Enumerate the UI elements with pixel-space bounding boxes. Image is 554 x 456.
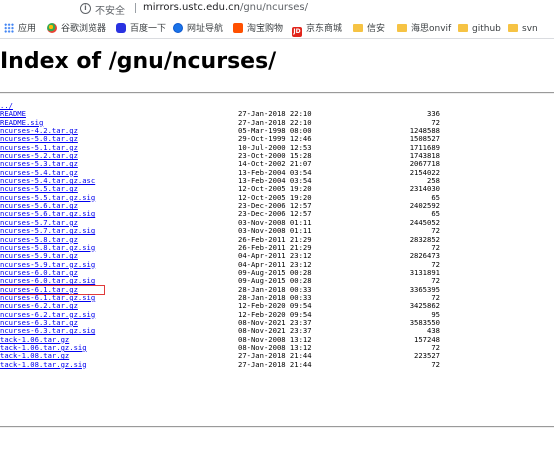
url-host: mirrors.ustc.edu.cn bbox=[143, 2, 240, 13]
bookmark-nav[interactable]: 网址导航 bbox=[173, 22, 223, 36]
file-size: 223527 bbox=[414, 351, 440, 361]
file-size: 157248 bbox=[414, 334, 440, 344]
bookmark-jd[interactable]: JD 京东商城 bbox=[292, 22, 343, 37]
bookmark-label: 淘宝购物 bbox=[247, 24, 284, 34]
bookmark-label: 京东商城 bbox=[306, 24, 343, 34]
address-divider bbox=[135, 3, 136, 13]
bookmark-label: github bbox=[472, 24, 501, 34]
file-size: 2154022 bbox=[409, 167, 440, 177]
page-title: Index of /gnu/ncurses/ bbox=[0, 49, 277, 74]
file-size: 2402592 bbox=[409, 201, 440, 211]
folder-icon bbox=[458, 24, 468, 32]
bookmark-label: 信安 bbox=[367, 24, 386, 34]
bookmark-label: svn bbox=[522, 24, 538, 34]
file-size: 72 bbox=[431, 359, 440, 369]
bookmark-chrome[interactable]: 谷歌浏览器 bbox=[47, 22, 106, 36]
baidu-icon bbox=[116, 23, 126, 33]
bookmark-taobao[interactable]: 淘宝购物 bbox=[233, 22, 283, 36]
file-size: 2832852 bbox=[409, 234, 440, 244]
file-size: 2445052 bbox=[409, 217, 440, 227]
file-size: 3583550 bbox=[409, 317, 440, 327]
bookmark-label: 海思onvif bbox=[411, 24, 452, 34]
bookmark-folder-xinan[interactable]: 信安 bbox=[353, 22, 385, 36]
folder-icon bbox=[353, 24, 363, 32]
info-icon[interactable]: i bbox=[80, 3, 91, 14]
jd-icon: JD bbox=[292, 27, 302, 37]
chrome-icon bbox=[47, 23, 57, 33]
apps-icon bbox=[4, 23, 14, 33]
file-link[interactable]: tack-1.08.tar.gz.sig bbox=[0, 360, 87, 369]
folder-icon bbox=[508, 24, 518, 32]
bookmark-label: 谷歌浏览器 bbox=[61, 24, 107, 34]
taobao-icon bbox=[233, 23, 243, 33]
top-divider bbox=[0, 92, 554, 94]
folder-icon bbox=[397, 24, 407, 32]
bookmark-baidu[interactable]: 百度一下 bbox=[116, 22, 166, 36]
url-path: /gnu/ncurses/ bbox=[239, 2, 308, 13]
bookmark-label: 百度一下 bbox=[130, 24, 167, 34]
address-bar[interactable]: i 不安全 mirrors.ustc.edu.cn/gnu/ncurses/ bbox=[0, 0, 554, 17]
bookmarks-bar: 应用 谷歌浏览器 百度一下 网址导航 淘宝购物 JD 京东商城 信安 海思onvi… bbox=[0, 20, 554, 39]
file-size: 2314030 bbox=[409, 184, 440, 194]
file-size: 3131891 bbox=[409, 267, 440, 277]
file-size: 2826473 bbox=[409, 251, 440, 261]
security-status: 不安全 bbox=[95, 6, 125, 17]
bookmark-folder-svn[interactable]: svn bbox=[508, 22, 538, 36]
file-size: 3365395 bbox=[409, 284, 440, 294]
bottom-divider bbox=[0, 426, 554, 428]
bookmark-apps[interactable]: 应用 bbox=[4, 22, 36, 36]
file-size: 336 bbox=[427, 109, 440, 119]
bookmark-label: 应用 bbox=[18, 24, 37, 34]
file-date: 27-Jan-2018 21:44 bbox=[238, 359, 312, 369]
bookmark-label: 网址导航 bbox=[187, 24, 224, 34]
bookmark-folder-onvif[interactable]: 海思onvif bbox=[397, 22, 451, 36]
globe-icon bbox=[173, 23, 183, 33]
file-size: 3425862 bbox=[409, 301, 440, 311]
url-text[interactable]: mirrors.ustc.edu.cn/gnu/ncurses/ bbox=[143, 2, 308, 13]
bookmark-folder-github[interactable]: github bbox=[458, 22, 501, 36]
